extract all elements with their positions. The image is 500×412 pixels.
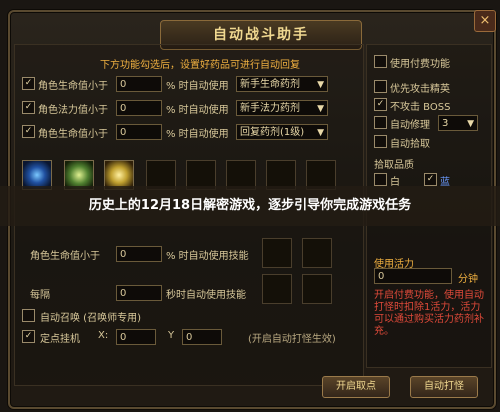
chevron-down-icon: ▼ [467, 119, 474, 129]
auto-pickup-checkbox[interactable] [374, 135, 387, 148]
pickup-quality-heading: 拾取品质 [374, 160, 414, 171]
repair-threshold-value: 3 [442, 118, 449, 129]
hp-potion-checkbox[interactable]: ✓ [22, 77, 35, 90]
hp-potion-percent-input[interactable]: 0 [116, 76, 162, 92]
mp-potion-label: 角色法力值小于 [38, 105, 108, 116]
auto-pickup-label: 自动拾取 [390, 139, 430, 150]
pay-description: 开启付费功能，使用自动打怪时扣除1活力，活力可以通过购买活力药剂补充。 [374, 290, 484, 337]
fixed-hang-label: 定点挂机 [40, 334, 80, 345]
use-pay-checkbox[interactable] [374, 55, 387, 68]
mana-unit: 分钟 [458, 274, 478, 285]
skill-interval-label: 每隔 [30, 290, 50, 301]
mana-input[interactable]: 0 [374, 268, 452, 284]
auto-repair-label: 自动修理 [390, 120, 430, 131]
auto-fight-button[interactable]: 自动打怪 [410, 376, 478, 398]
recovery-tip: 下方功能勾选后，设置好药品可进行自动回复 [100, 60, 300, 71]
mp-potion-percent-input[interactable]: 0 [116, 100, 162, 116]
fixed-hang-checkbox[interactable]: ✓ [22, 330, 35, 343]
skill-hp-label: 角色生命值小于 [30, 251, 100, 262]
chevron-down-icon: ▼ [317, 104, 324, 114]
recovery-potion-label: 角色生命值小于 [38, 129, 108, 140]
recovery-potion-checkbox[interactable]: ✓ [22, 125, 35, 138]
mp-potion-checkbox[interactable]: ✓ [22, 101, 35, 114]
x-coord-input[interactable]: 0 [116, 329, 156, 345]
start-point-button[interactable]: 开启取点 [322, 376, 390, 398]
x-coord-label: X: [98, 330, 109, 341]
recovery-potion-select[interactable]: 回复药剂(1级) ▼ [236, 124, 328, 140]
y-coord-input[interactable]: 0 [182, 329, 222, 345]
auto-summon-label: 自动召唤 (召唤师专用) [40, 313, 141, 324]
priority-elite-checkbox[interactable] [374, 80, 387, 93]
mp-potion-unit: % 时自动使用 [166, 105, 229, 116]
recovery-potion-percent-input[interactable]: 0 [116, 124, 162, 140]
quality-blue-checkbox[interactable]: ✓ [424, 173, 437, 186]
no-boss-checkbox[interactable]: ✓ [374, 98, 387, 111]
skill-interval-unit: 秒时自动使用技能 [166, 290, 246, 301]
use-pay-label: 使用付费功能 [390, 59, 450, 70]
priority-elite-label: 优先攻击精英 [390, 84, 450, 95]
mp-potion-select[interactable]: 新手法力药剂 ▼ [236, 100, 328, 116]
recovery-potion-unit: % 时自动使用 [166, 129, 229, 140]
skill-hp-unit: % 时自动使用技能 [166, 251, 249, 262]
y-coord-label: Y [168, 330, 175, 341]
skill-slot[interactable] [302, 238, 332, 268]
recovery-potion-select-value: 回复药剂(1级) [240, 127, 305, 138]
quality-white-checkbox[interactable] [374, 173, 387, 186]
skill-slot[interactable] [302, 274, 332, 304]
repair-threshold-select[interactable]: 3 ▼ [438, 115, 478, 131]
hp-potion-unit: % 时自动使用 [166, 81, 229, 92]
close-button[interactable]: × [474, 10, 496, 32]
fixed-hang-hint: (开启自动打怪生效) [248, 334, 336, 345]
chevron-down-icon: ▼ [317, 80, 324, 90]
no-boss-label: 不攻击 BOSS [390, 102, 451, 113]
skill-interval-input[interactable]: 0 [116, 285, 162, 301]
hp-potion-select-value: 新手生命药剂 [240, 79, 300, 90]
overlay-banner: 历史上的12月18日解密游戏，逐步引导你完成游戏任务 [0, 186, 500, 226]
auto-repair-checkbox[interactable] [374, 116, 387, 129]
skill-slot[interactable] [262, 238, 292, 268]
mp-potion-select-value: 新手法力药剂 [240, 103, 300, 114]
hp-potion-label: 角色生命值小于 [38, 81, 108, 92]
chevron-down-icon: ▼ [317, 128, 324, 138]
hp-potion-select[interactable]: 新手生命药剂 ▼ [236, 76, 328, 92]
skill-hp-percent-input[interactable]: 0 [116, 246, 162, 262]
skill-slot[interactable] [262, 274, 292, 304]
auto-summon-checkbox[interactable] [22, 309, 35, 322]
